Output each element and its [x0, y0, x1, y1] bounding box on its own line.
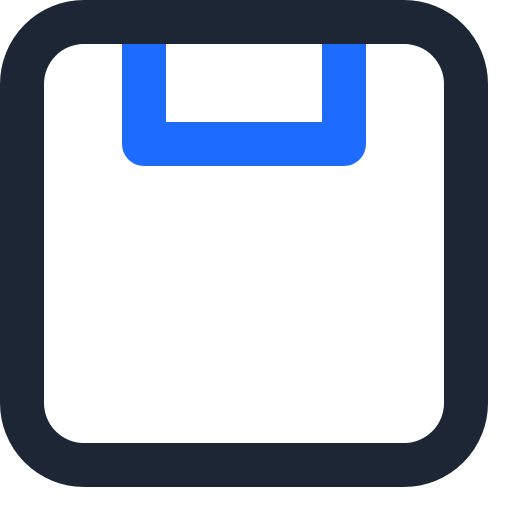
- canvas: [0, 0, 512, 512]
- save-icon: [0, 0, 488, 487]
- save-icon-body: [0, 0, 488, 487]
